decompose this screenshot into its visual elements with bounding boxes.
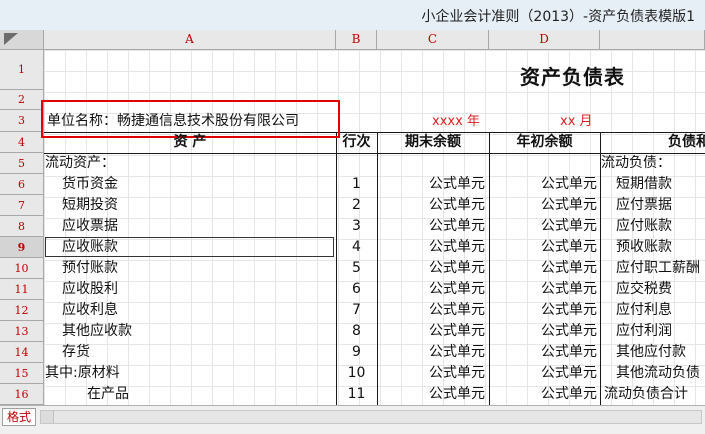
asset-name-cell[interactable]: 货币资金: [62, 174, 118, 195]
end-balance-cell[interactable]: 公式单元: [377, 216, 485, 237]
row-header-4[interactable]: 4: [0, 132, 44, 153]
column-header-a[interactable]: A: [44, 30, 336, 50]
begin-balance-cell[interactable]: 公式单元: [489, 300, 597, 321]
line-number-cell[interactable]: 8: [336, 321, 377, 342]
line-number-cell[interactable]: 5: [336, 258, 377, 279]
month-label[interactable]: xx 月: [560, 111, 593, 132]
header-begin-balance: 年初余额: [516, 134, 573, 150]
liability-name-cell[interactable]: 其他流动负债: [616, 363, 700, 384]
end-balance-cell[interactable]: 公式单元: [377, 237, 485, 258]
asset-name-cell[interactable]: 短期投资: [62, 195, 118, 216]
liability-name-cell[interactable]: 应付职工薪酬: [616, 258, 700, 279]
section-current-assets[interactable]: 流动资产：: [45, 153, 115, 174]
asset-name-cell[interactable]: 预付账款: [62, 258, 118, 279]
row-header-14[interactable]: 14: [0, 342, 44, 363]
begin-balance-cell[interactable]: 公式单元: [489, 216, 597, 237]
row-header-13[interactable]: 13: [0, 321, 44, 342]
row-header-6[interactable]: 6: [0, 174, 44, 195]
asset-name-cell[interactable]: 应收账款: [62, 237, 118, 258]
line-number-cell[interactable]: 11: [336, 384, 377, 405]
begin-balance-cell[interactable]: 公式单元: [489, 237, 597, 258]
begin-balance-cell[interactable]: 公式单元: [489, 279, 597, 300]
asset-name-cell[interactable]: 其中:原材料: [45, 363, 120, 384]
row-header-7[interactable]: 7: [0, 195, 44, 216]
row-header-11[interactable]: 11: [0, 279, 44, 300]
begin-balance-cell[interactable]: 公式单元: [489, 321, 597, 342]
begin-balance-cell[interactable]: 公式单元: [489, 258, 597, 279]
liability-name-cell[interactable]: 应交税费: [616, 279, 672, 300]
liability-name-cell[interactable]: 应付利息: [616, 300, 672, 321]
select-all-corner[interactable]: [0, 30, 44, 50]
liability-name-cell[interactable]: 其他应付款: [616, 342, 686, 363]
asset-name-cell[interactable]: 其他应收款: [62, 321, 132, 342]
row-header-2[interactable]: 2: [0, 90, 44, 110]
begin-balance-cell[interactable]: 公式单元: [489, 363, 597, 384]
column-header-c[interactable]: C: [377, 30, 489, 50]
row-header-5[interactable]: 5: [0, 153, 44, 174]
line-number-cell[interactable]: 1: [336, 174, 377, 195]
header-liability: 负债和: [668, 134, 705, 150]
end-balance-cell[interactable]: 公式单元: [377, 342, 485, 363]
asset-name-cell[interactable]: 应收利息: [62, 300, 118, 321]
asset-name-cell[interactable]: 应收票据: [62, 216, 118, 237]
line-number-cell[interactable]: 10: [336, 363, 377, 384]
line-number-cell[interactable]: 9: [336, 342, 377, 363]
header-end-balance: 期末余额: [405, 134, 461, 150]
liability-name-cell[interactable]: 流动负债合计: [604, 384, 688, 405]
line-number-cell[interactable]: 3: [336, 216, 377, 237]
liability-name-cell[interactable]: 预收账款: [616, 237, 672, 258]
end-balance-cell[interactable]: 公式单元: [377, 321, 485, 342]
liability-name-cell[interactable]: 应付票据: [616, 195, 672, 216]
end-balance-cell[interactable]: 公式单元: [377, 258, 485, 279]
header-asset: 资 产: [173, 134, 207, 150]
title-bar: 小企业会计准则（2013）-资产负债表模版1: [0, 0, 705, 31]
select-all-icon: [4, 33, 18, 45]
format-tab[interactable]: 格式: [2, 408, 37, 426]
asset-name-cell[interactable]: 应收股利: [62, 279, 118, 300]
window-title: 小企业会计准则（2013）-资产负债表模版1: [421, 9, 695, 25]
end-balance-cell[interactable]: 公式单元: [377, 300, 485, 321]
begin-balance-cell[interactable]: 公式单元: [489, 174, 597, 195]
begin-balance-cell[interactable]: 公式单元: [489, 342, 597, 363]
spreadsheet[interactable]: A B C D 1 2 3 4 5 6 7 8 9 10 11 12 13 14…: [0, 30, 705, 405]
asset-name-cell[interactable]: 存货: [62, 342, 90, 363]
section-current-liabilities[interactable]: 流动负债：: [601, 153, 671, 174]
column-header-d[interactable]: D: [489, 30, 600, 50]
end-balance-cell[interactable]: 公式单元: [377, 384, 485, 405]
row-header-1[interactable]: 1: [0, 50, 44, 90]
line-number-cell[interactable]: 7: [336, 300, 377, 321]
row-header-9[interactable]: 9: [0, 237, 44, 258]
row-header-10[interactable]: 10: [0, 258, 44, 279]
asset-name-cell[interactable]: 在产品: [87, 384, 129, 405]
row-header-16[interactable]: 16: [0, 384, 44, 405]
horizontal-scrollbar[interactable]: [40, 410, 702, 424]
liability-name-cell[interactable]: 应付账款: [616, 216, 672, 237]
line-number-cell[interactable]: 6: [336, 279, 377, 300]
column-header-b[interactable]: B: [336, 30, 377, 50]
header-line: 行次: [342, 134, 371, 150]
sheet-bottom-bar: 格式: [0, 405, 705, 434]
end-balance-cell[interactable]: 公式单元: [377, 279, 485, 300]
scroll-left-icon[interactable]: [41, 411, 54, 423]
liability-name-cell[interactable]: 应付利润: [616, 321, 672, 342]
begin-balance-cell[interactable]: 公式单元: [489, 195, 597, 216]
row-header-15[interactable]: 15: [0, 363, 44, 384]
line-number-cell[interactable]: 4: [336, 237, 377, 258]
report-title: 资产负债表: [520, 65, 625, 89]
line-number-cell[interactable]: 2: [336, 195, 377, 216]
end-balance-cell[interactable]: 公式单元: [377, 363, 485, 384]
begin-balance-cell[interactable]: 公式单元: [489, 384, 597, 405]
row-header-8[interactable]: 8: [0, 216, 44, 237]
row-header-3[interactable]: 3: [0, 110, 44, 132]
row-header-12[interactable]: 12: [0, 300, 44, 321]
year-label[interactable]: xxxx 年: [432, 111, 480, 132]
liability-name-cell[interactable]: 短期借款: [616, 174, 672, 195]
column-header-e[interactable]: [600, 30, 705, 50]
end-balance-cell[interactable]: 公式单元: [377, 174, 485, 195]
end-balance-cell[interactable]: 公式单元: [377, 195, 485, 216]
